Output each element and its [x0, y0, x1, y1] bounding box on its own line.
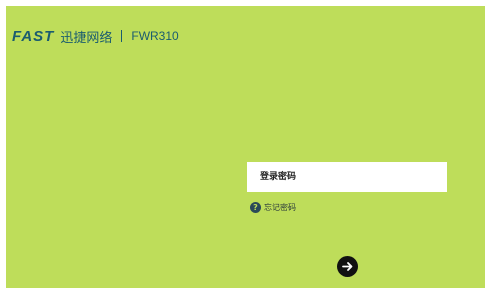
login-submit-button[interactable]	[337, 256, 358, 277]
header: FAST 迅捷网络 FWR310	[12, 27, 179, 46]
brand-name: 迅捷网络	[60, 30, 113, 46]
password-input[interactable]	[247, 162, 447, 192]
login-page: FAST 迅捷网络 FWR310 ? 忘记密码	[6, 6, 485, 288]
forgot-password-link[interactable]: ? 忘记密码	[250, 202, 296, 213]
brand-logo: FAST	[12, 27, 55, 45]
help-icon: ?	[250, 202, 261, 213]
forgot-password-label: 忘记密码	[264, 203, 296, 212]
header-divider	[121, 30, 123, 42]
arrow-right-icon	[342, 262, 353, 271]
model-name: FWR310	[131, 29, 179, 43]
